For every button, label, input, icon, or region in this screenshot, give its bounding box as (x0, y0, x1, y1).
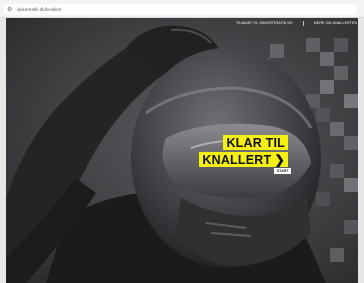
start-button[interactable]: START (274, 168, 292, 174)
headline-text-2: KNALLERT (202, 153, 272, 167)
url-text[interactable]: sikkertrafik.dk/knallert/ (17, 5, 62, 14)
nav-link-more[interactable]: MERE OM KNALLERTEN (314, 21, 357, 25)
nav-link-back[interactable]: TILBAGE TIL SIKKERTRAFIK.DK (236, 21, 293, 25)
headline-text-1: KLAR TIL (226, 136, 285, 150)
browser-toolbar: ⚙ sikkertrafik.dk/knallert/ (0, 0, 364, 18)
chevron-right-icon: ❯ (274, 153, 285, 167)
hero-page: TILBAGE TIL SIKKERTRAFIK.DK MERE OM KNAL… (6, 18, 358, 283)
hero-image (6, 18, 358, 283)
address-bar[interactable]: ⚙ sikkertrafik.dk/knallert/ (3, 4, 357, 15)
nav-divider (302, 20, 304, 26)
headline-line-2: KNALLERT ❯ (199, 152, 288, 167)
headline-line-1: KLAR TIL (223, 135, 288, 150)
hero-headline[interactable]: KLAR TIL KNALLERT ❯ (199, 135, 288, 167)
tune-icon[interactable]: ⚙ (7, 6, 14, 13)
top-navigation: TILBAGE TIL SIKKERTRAFIK.DK MERE OM KNAL… (236, 20, 357, 26)
